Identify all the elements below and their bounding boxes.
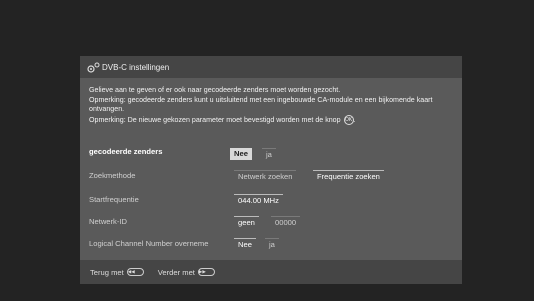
dialog-title-bar: DVB-C instellingen bbox=[80, 56, 462, 78]
ok-button-icon: OK bbox=[343, 114, 354, 125]
setting-row-lcn[interactable]: Logical Channel Number overneme bbox=[89, 236, 208, 250]
dialog-content: Gelieve aan te geven of er ook naar geco… bbox=[80, 78, 462, 260]
forward-hint[interactable]: Verder met ▶▶ bbox=[158, 268, 215, 277]
info-line-3-text: Opmerking: De nieuwe gekozen parameter m… bbox=[89, 115, 341, 124]
gear-icon bbox=[86, 61, 100, 73]
info-text: Gelieve aan te geven of er ook naar geco… bbox=[89, 86, 459, 125]
option-encrypted-nee[interactable]: Nee bbox=[230, 148, 252, 160]
setting-label-network-id: Netwerk-ID bbox=[89, 216, 127, 226]
option-encrypted-ja[interactable]: ja bbox=[262, 148, 276, 161]
setting-label-search-method: Zoekmethode bbox=[89, 170, 136, 180]
option-lcn-nee[interactable]: Nee bbox=[234, 238, 256, 251]
rewind-button-icon: ◀◀ bbox=[126, 268, 144, 276]
forward-label: Verder met bbox=[157, 267, 195, 277]
forward-button-icon: ▶▶ bbox=[197, 268, 215, 276]
info-line-2: Opmerking: gecodeerde zenders kunt u uit… bbox=[89, 95, 433, 114]
option-network-id-geen[interactable]: geen bbox=[234, 216, 259, 229]
setting-row-encrypted[interactable]: gecodeerde zenders bbox=[89, 144, 162, 158]
setting-label-lcn: Logical Channel Number overneme bbox=[89, 238, 209, 248]
back-hint[interactable]: Terug met ◀◀ bbox=[90, 268, 144, 277]
option-frequency-search[interactable]: Frequentie zoeken bbox=[313, 170, 384, 183]
setting-label-encrypted: gecodeerde zenders bbox=[89, 146, 163, 156]
option-network-id-value[interactable]: 00000 bbox=[271, 216, 301, 229]
option-network-search[interactable]: Netwerk zoeken bbox=[234, 170, 297, 183]
dialog-title: DVB-C instellingen bbox=[102, 62, 170, 72]
option-lcn-ja[interactable]: ja bbox=[265, 238, 279, 251]
start-frequency-value[interactable]: 044.00 MHz bbox=[234, 194, 283, 207]
setting-row-start-frequency[interactable]: Startfrequentie bbox=[89, 192, 139, 206]
dialog-footer: Terug met ◀◀ Verder met ▶▶ bbox=[80, 260, 462, 284]
setting-label-start-frequency: Startfrequentie bbox=[89, 194, 139, 204]
info-line-3: Opmerking: De nieuwe gekozen parameter m… bbox=[89, 114, 356, 125]
setting-row-search-method[interactable]: Zoekmethode bbox=[89, 168, 135, 182]
dvbc-settings-dialog: DVB-C instellingen Gelieve aan te geven … bbox=[80, 56, 462, 284]
back-label: Terug met bbox=[90, 267, 124, 277]
setting-row-network-id[interactable]: Netwerk-ID bbox=[89, 214, 127, 228]
info-line-1: Gelieve aan te geven of er ook naar geco… bbox=[89, 86, 341, 94]
